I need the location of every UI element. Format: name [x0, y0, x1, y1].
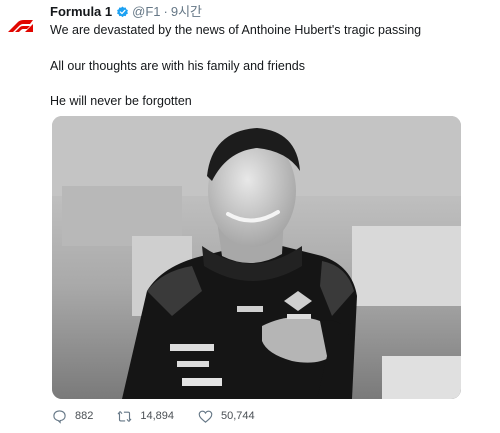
retweet-icon — [118, 410, 132, 422]
reply-button[interactable]: 882 — [52, 409, 93, 424]
like-button[interactable]: 50,744 — [198, 409, 255, 424]
user-handle[interactable]: @F1 — [132, 4, 160, 20]
tweet-photo[interactable] — [52, 116, 461, 399]
tweet-card[interactable]: Formula 1 @F1 · 9시간 We are devastated by… — [0, 0, 500, 433]
timestamp[interactable]: 9시간 — [171, 4, 202, 20]
reply-icon — [53, 409, 66, 424]
separator-dot: · — [163, 4, 168, 19]
tweet-text-line: He will never be forgotten — [50, 94, 192, 108]
like-count: 50,744 — [221, 410, 255, 422]
heart-icon — [198, 410, 213, 423]
retweet-button[interactable]: 14,894 — [117, 409, 174, 424]
tweet-text-line: All our thoughts are with his family and… — [50, 59, 305, 73]
tweet-header: Formula 1 @F1 · 9시간 — [50, 4, 202, 20]
driver-photo-image — [52, 116, 461, 399]
formula1-logo-icon[interactable] — [6, 16, 34, 36]
tweet-text-line: We are devastated by the news of Anthoin… — [50, 23, 422, 37]
verified-badge-icon — [116, 6, 129, 19]
tweet-actions: 882 14,894 50,744 — [52, 406, 279, 426]
retweet-count: 14,894 — [140, 410, 175, 422]
reply-count: 882 — [75, 410, 94, 422]
display-name[interactable]: Formula 1 — [50, 4, 112, 20]
